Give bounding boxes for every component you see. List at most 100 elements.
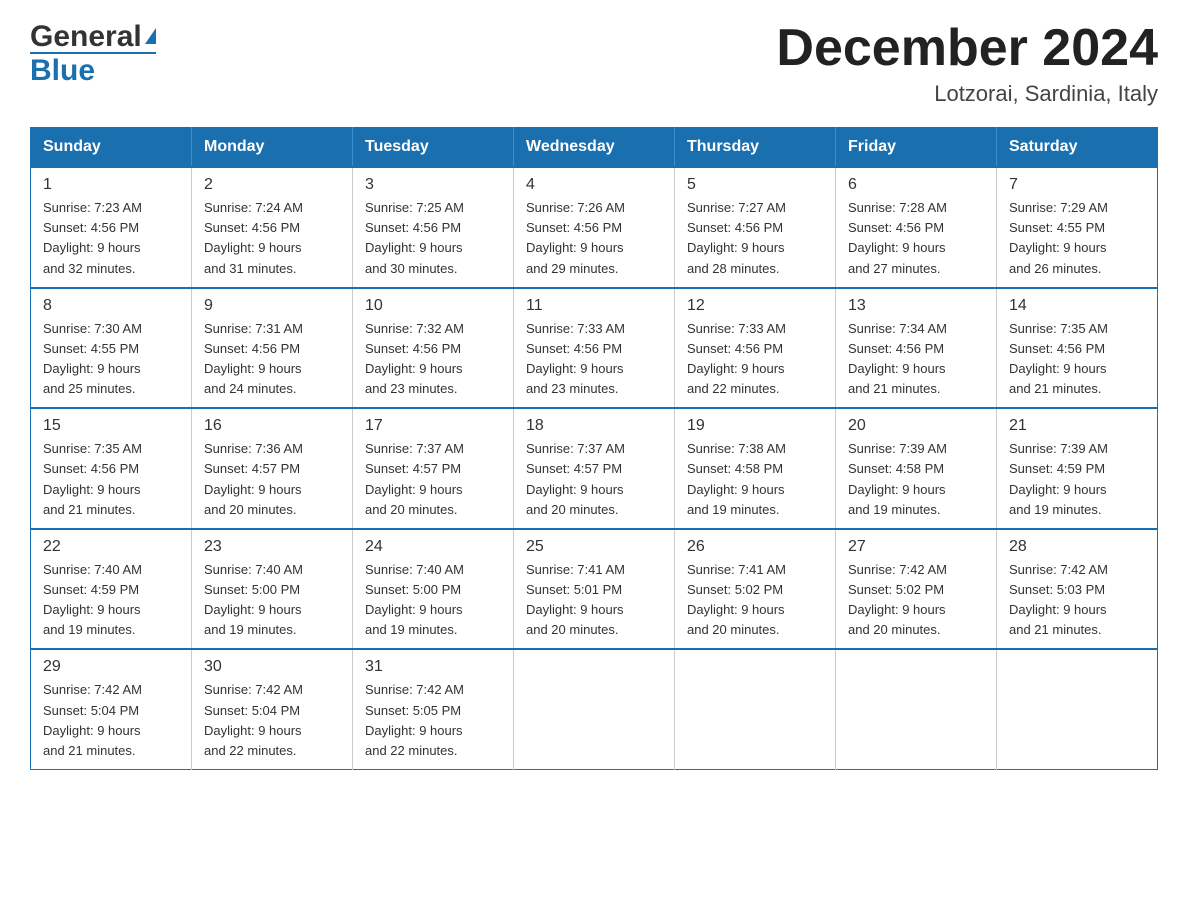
day-number: 15 — [43, 417, 179, 435]
calendar-cell: 20 Sunrise: 7:39 AMSunset: 4:58 PMDaylig… — [836, 408, 997, 529]
col-header-friday: Friday — [836, 128, 997, 168]
day-number: 31 — [365, 658, 501, 676]
calendar-cell: 7 Sunrise: 7:29 AMSunset: 4:55 PMDayligh… — [997, 167, 1158, 288]
day-info: Sunrise: 7:38 AMSunset: 4:58 PMDaylight:… — [687, 439, 823, 520]
calendar-cell: 8 Sunrise: 7:30 AMSunset: 4:55 PMDayligh… — [31, 288, 192, 409]
header-row: SundayMondayTuesdayWednesdayThursdayFrid… — [31, 128, 1158, 168]
day-number: 29 — [43, 658, 179, 676]
col-header-sunday: Sunday — [31, 128, 192, 168]
calendar-cell: 10 Sunrise: 7:32 AMSunset: 4:56 PMDaylig… — [353, 288, 514, 409]
day-number: 3 — [365, 176, 501, 194]
title-section: December 2024 Lotzorai, Sardinia, Italy — [776, 20, 1158, 107]
day-info: Sunrise: 7:40 AMSunset: 4:59 PMDaylight:… — [43, 560, 179, 641]
day-info: Sunrise: 7:36 AMSunset: 4:57 PMDaylight:… — [204, 439, 340, 520]
day-number: 2 — [204, 176, 340, 194]
day-info: Sunrise: 7:37 AMSunset: 4:57 PMDaylight:… — [526, 439, 662, 520]
col-header-monday: Monday — [192, 128, 353, 168]
day-number: 1 — [43, 176, 179, 194]
calendar-cell — [997, 649, 1158, 769]
calendar-cell: 21 Sunrise: 7:39 AMSunset: 4:59 PMDaylig… — [997, 408, 1158, 529]
day-info: Sunrise: 7:37 AMSunset: 4:57 PMDaylight:… — [365, 439, 501, 520]
day-info: Sunrise: 7:41 AMSunset: 5:02 PMDaylight:… — [687, 560, 823, 641]
day-info: Sunrise: 7:42 AMSunset: 5:05 PMDaylight:… — [365, 680, 501, 761]
calendar-cell: 15 Sunrise: 7:35 AMSunset: 4:56 PMDaylig… — [31, 408, 192, 529]
day-number: 10 — [365, 297, 501, 315]
day-number: 19 — [687, 417, 823, 435]
day-info: Sunrise: 7:34 AMSunset: 4:56 PMDaylight:… — [848, 319, 984, 400]
calendar-cell: 18 Sunrise: 7:37 AMSunset: 4:57 PMDaylig… — [514, 408, 675, 529]
week-row-4: 22 Sunrise: 7:40 AMSunset: 4:59 PMDaylig… — [31, 529, 1158, 650]
calendar-cell: 1 Sunrise: 7:23 AMSunset: 4:56 PMDayligh… — [31, 167, 192, 288]
day-number: 14 — [1009, 297, 1145, 315]
day-number: 9 — [204, 297, 340, 315]
day-number: 25 — [526, 538, 662, 556]
day-number: 18 — [526, 417, 662, 435]
day-number: 26 — [687, 538, 823, 556]
calendar-cell: 13 Sunrise: 7:34 AMSunset: 4:56 PMDaylig… — [836, 288, 997, 409]
calendar-cell — [836, 649, 997, 769]
calendar-cell: 6 Sunrise: 7:28 AMSunset: 4:56 PMDayligh… — [836, 167, 997, 288]
day-number: 28 — [1009, 538, 1145, 556]
day-number: 12 — [687, 297, 823, 315]
calendar-cell: 25 Sunrise: 7:41 AMSunset: 5:01 PMDaylig… — [514, 529, 675, 650]
day-number: 17 — [365, 417, 501, 435]
day-number: 21 — [1009, 417, 1145, 435]
day-info: Sunrise: 7:42 AMSunset: 5:04 PMDaylight:… — [43, 680, 179, 761]
day-info: Sunrise: 7:24 AMSunset: 4:56 PMDaylight:… — [204, 198, 340, 279]
page-header: General Blue December 2024 Lotzorai, Sar… — [30, 20, 1158, 107]
calendar-cell: 14 Sunrise: 7:35 AMSunset: 4:56 PMDaylig… — [997, 288, 1158, 409]
calendar-cell — [675, 649, 836, 769]
calendar-cell: 29 Sunrise: 7:42 AMSunset: 5:04 PMDaylig… — [31, 649, 192, 769]
day-info: Sunrise: 7:35 AMSunset: 4:56 PMDaylight:… — [1009, 319, 1145, 400]
calendar-cell: 23 Sunrise: 7:40 AMSunset: 5:00 PMDaylig… — [192, 529, 353, 650]
day-info: Sunrise: 7:27 AMSunset: 4:56 PMDaylight:… — [687, 198, 823, 279]
day-number: 11 — [526, 297, 662, 315]
day-info: Sunrise: 7:26 AMSunset: 4:56 PMDaylight:… — [526, 198, 662, 279]
calendar-cell: 4 Sunrise: 7:26 AMSunset: 4:56 PMDayligh… — [514, 167, 675, 288]
day-number: 8 — [43, 297, 179, 315]
day-info: Sunrise: 7:25 AMSunset: 4:56 PMDaylight:… — [365, 198, 501, 279]
day-number: 22 — [43, 538, 179, 556]
day-number: 6 — [848, 176, 984, 194]
day-info: Sunrise: 7:32 AMSunset: 4:56 PMDaylight:… — [365, 319, 501, 400]
day-info: Sunrise: 7:33 AMSunset: 4:56 PMDaylight:… — [687, 319, 823, 400]
logo: General Blue — [30, 20, 156, 88]
calendar-cell: 28 Sunrise: 7:42 AMSunset: 5:03 PMDaylig… — [997, 529, 1158, 650]
logo-blue: Blue — [30, 54, 95, 88]
day-number: 30 — [204, 658, 340, 676]
day-info: Sunrise: 7:39 AMSunset: 4:58 PMDaylight:… — [848, 439, 984, 520]
calendar-cell: 27 Sunrise: 7:42 AMSunset: 5:02 PMDaylig… — [836, 529, 997, 650]
day-info: Sunrise: 7:35 AMSunset: 4:56 PMDaylight:… — [43, 439, 179, 520]
day-number: 27 — [848, 538, 984, 556]
day-number: 23 — [204, 538, 340, 556]
calendar-cell: 11 Sunrise: 7:33 AMSunset: 4:56 PMDaylig… — [514, 288, 675, 409]
calendar-cell: 16 Sunrise: 7:36 AMSunset: 4:57 PMDaylig… — [192, 408, 353, 529]
logo-general: General — [30, 20, 142, 54]
week-row-5: 29 Sunrise: 7:42 AMSunset: 5:04 PMDaylig… — [31, 649, 1158, 769]
calendar-cell: 31 Sunrise: 7:42 AMSunset: 5:05 PMDaylig… — [353, 649, 514, 769]
calendar-table: SundayMondayTuesdayWednesdayThursdayFrid… — [30, 127, 1158, 770]
calendar-cell: 12 Sunrise: 7:33 AMSunset: 4:56 PMDaylig… — [675, 288, 836, 409]
day-number: 16 — [204, 417, 340, 435]
day-number: 24 — [365, 538, 501, 556]
day-info: Sunrise: 7:42 AMSunset: 5:02 PMDaylight:… — [848, 560, 984, 641]
day-info: Sunrise: 7:30 AMSunset: 4:55 PMDaylight:… — [43, 319, 179, 400]
day-info: Sunrise: 7:40 AMSunset: 5:00 PMDaylight:… — [365, 560, 501, 641]
logo-triangle-icon — [145, 28, 156, 44]
calendar-cell: 19 Sunrise: 7:38 AMSunset: 4:58 PMDaylig… — [675, 408, 836, 529]
day-number: 5 — [687, 176, 823, 194]
day-number: 13 — [848, 297, 984, 315]
day-number: 20 — [848, 417, 984, 435]
day-info: Sunrise: 7:23 AMSunset: 4:56 PMDaylight:… — [43, 198, 179, 279]
day-info: Sunrise: 7:42 AMSunset: 5:03 PMDaylight:… — [1009, 560, 1145, 641]
day-number: 7 — [1009, 176, 1145, 194]
day-info: Sunrise: 7:28 AMSunset: 4:56 PMDaylight:… — [848, 198, 984, 279]
week-row-2: 8 Sunrise: 7:30 AMSunset: 4:55 PMDayligh… — [31, 288, 1158, 409]
day-info: Sunrise: 7:31 AMSunset: 4:56 PMDaylight:… — [204, 319, 340, 400]
day-number: 4 — [526, 176, 662, 194]
calendar-cell: 17 Sunrise: 7:37 AMSunset: 4:57 PMDaylig… — [353, 408, 514, 529]
day-info: Sunrise: 7:29 AMSunset: 4:55 PMDaylight:… — [1009, 198, 1145, 279]
calendar-cell: 24 Sunrise: 7:40 AMSunset: 5:00 PMDaylig… — [353, 529, 514, 650]
calendar-cell: 26 Sunrise: 7:41 AMSunset: 5:02 PMDaylig… — [675, 529, 836, 650]
day-info: Sunrise: 7:39 AMSunset: 4:59 PMDaylight:… — [1009, 439, 1145, 520]
